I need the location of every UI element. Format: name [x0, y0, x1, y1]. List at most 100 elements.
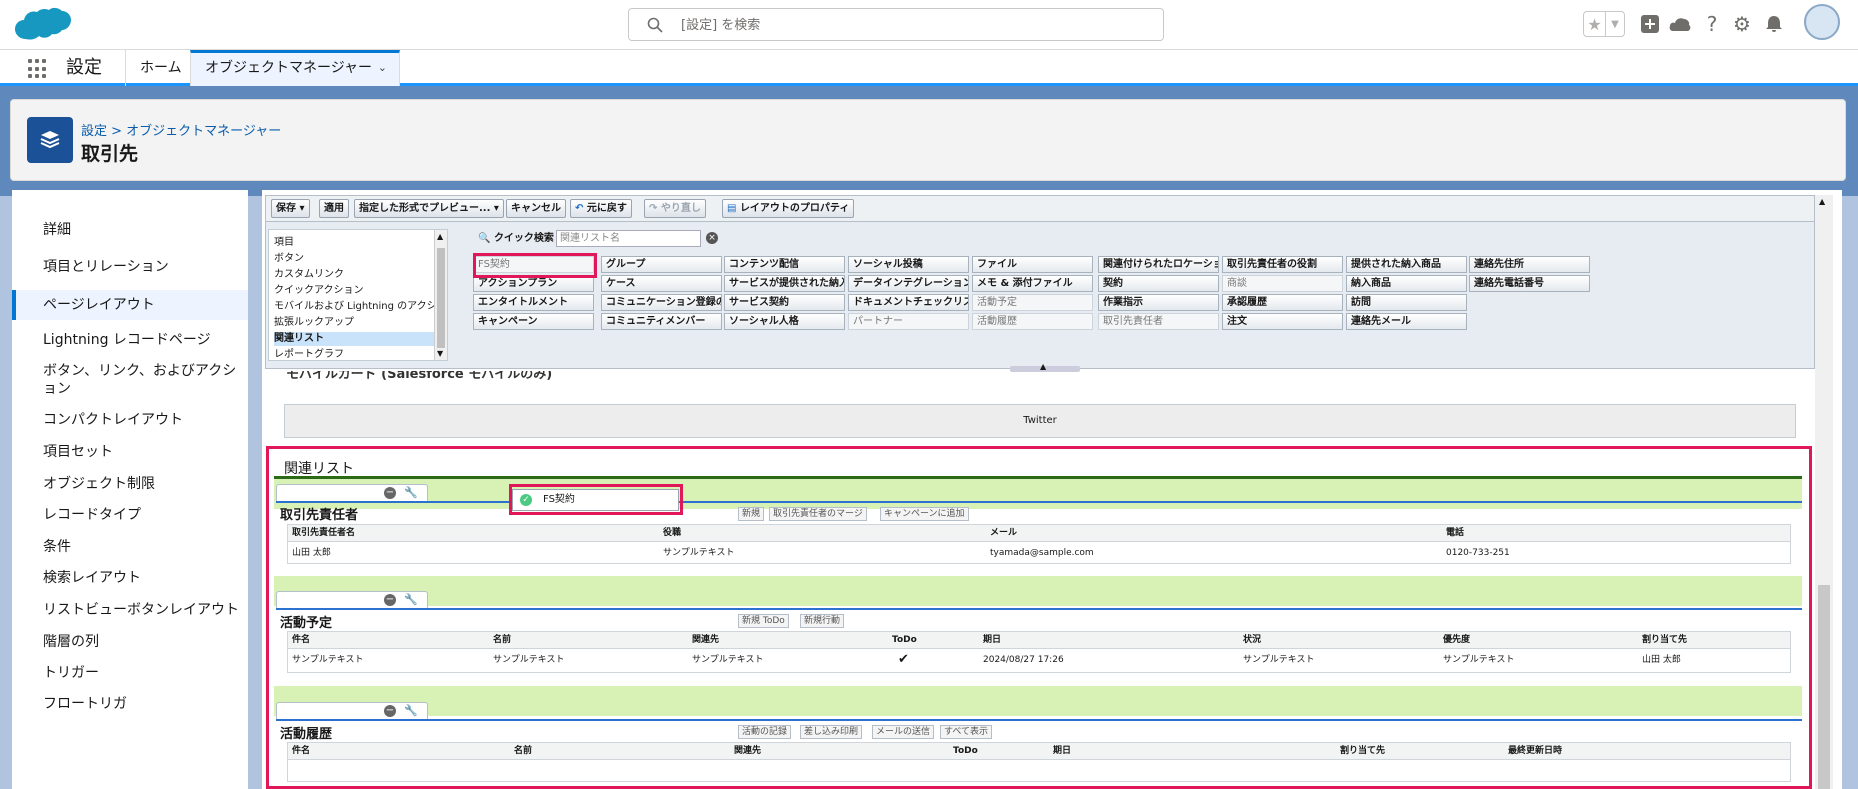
magnifier-icon: 🔍 [478, 233, 491, 244]
search-input[interactable] [681, 15, 1141, 35]
quick-find-label: 🔍 クイック検索 [478, 229, 554, 244]
scroll-thumb[interactable] [437, 248, 445, 348]
preview-button[interactable]: 指定した形式でプレビュー... ▾ [354, 199, 504, 218]
sidebar-item-buttons-links[interactable]: ボタン、リンク、およびアクション [12, 362, 242, 398]
quick-find-input[interactable] [556, 230, 701, 247]
favorites-button[interactable]: ★ ▼ [1583, 11, 1625, 37]
undo-label: 元に戻す [586, 203, 627, 214]
global-search[interactable] [628, 8, 1164, 41]
clear-icon[interactable]: × [706, 232, 718, 244]
chevron-down-icon[interactable]: ⌄ [378, 53, 387, 83]
page-title: 取引先 [81, 143, 139, 165]
layout-properties-button[interactable]: ▤ レイアウトのプロパティ [722, 199, 855, 218]
chevron-up-icon[interactable]: ▲ [1040, 362, 1046, 371]
trailhead-icon[interactable] [1668, 12, 1692, 36]
palette-item[interactable]: 契約 [1098, 275, 1219, 292]
redo-icon: ↷ [649, 203, 658, 214]
palette-item[interactable]: ファイル [972, 256, 1093, 273]
palette-item[interactable]: 連絡先住所 [1469, 256, 1590, 273]
palette-item[interactable]: グループ [601, 256, 722, 273]
category-item[interactable]: レポートグラフ [274, 348, 434, 360]
palette-item[interactable]: ソーシャル人格 [724, 313, 845, 330]
cancel-button[interactable]: キャンセル [506, 199, 566, 218]
category-item[interactable]: モバイルおよび Lightning のアクション [274, 300, 447, 314]
palette-item[interactable]: メモ & 添付ファイル [972, 275, 1093, 292]
sidebar-item-compact-layouts[interactable]: コンパクトレイアウト [12, 411, 248, 429]
mobile-card-twitter[interactable]: Twitter [284, 404, 1796, 438]
category-item-selected[interactable]: 関連リスト [274, 332, 434, 346]
sidebar-item-fields[interactable]: 項目とリレーション [12, 258, 248, 276]
sidebar-item-triggers[interactable]: トリガー [12, 664, 248, 682]
category-item[interactable]: ボタン [274, 252, 434, 266]
category-item[interactable]: クイックアクション [274, 284, 434, 298]
sidebar-item-lightning-pages[interactable]: Lightning レコードページ [12, 331, 248, 349]
properties-label: レイアウトのプロパティ [739, 203, 850, 214]
chevron-down-icon[interactable]: ▼ [1606, 12, 1624, 36]
salesforce-logo[interactable] [12, 5, 74, 45]
sidebar-item-flow-triggers[interactable]: フロートリガ [12, 695, 248, 709]
sidebar-item-record-types[interactable]: レコードタイプ [12, 506, 248, 524]
palette-item[interactable]: 承認履歴 [1222, 294, 1343, 311]
sidebar-item-search-layouts[interactable]: 検索レイアウト [12, 569, 248, 587]
sidebar-item-list-view-buttons[interactable]: リストビューボタンレイアウト [12, 601, 248, 619]
palette-item[interactable]: 注文 [1222, 313, 1343, 330]
tab-object-manager[interactable]: オブジェクトマネージャー ⌄ [190, 50, 400, 86]
scroll-thumb[interactable] [1818, 585, 1830, 789]
palette-item[interactable]: ドキュメントチェックリスト項目 [848, 294, 969, 311]
scroll-up-icon[interactable]: ▲ [1819, 197, 1825, 206]
palette-item[interactable]: 提供された納入商品 [1346, 256, 1467, 273]
category-item[interactable]: 項目 [274, 236, 434, 250]
palette-item[interactable]: サービス契約 [724, 294, 845, 311]
highlight-box [473, 253, 597, 278]
apply-button[interactable]: 適用 [319, 199, 349, 218]
category-item[interactable]: カスタムリンク [274, 268, 434, 282]
tab-home[interactable]: ホーム [125, 50, 196, 86]
palette-item[interactable]: コンテンツ配信 [724, 256, 845, 273]
palette-item[interactable]: コミュニケーション登録の同意 [601, 294, 722, 311]
palette-item[interactable]: 取引先責任者 [1098, 313, 1219, 330]
palette-item[interactable]: コミュニティメンバー [601, 313, 722, 330]
palette-item[interactable]: 訪問 [1346, 294, 1467, 311]
palette-item[interactable]: 連絡先メール [1346, 313, 1467, 330]
save-button[interactable]: 保存 ▾ [271, 199, 310, 218]
palette-item[interactable]: サービスが提供された納入商品 [724, 275, 845, 292]
breadcrumb[interactable]: 設定 > オブジェクトマネージャー [81, 120, 281, 139]
sidebar-item-page-layouts[interactable]: ページレイアウト [12, 290, 248, 320]
undo-button[interactable]: ↶ 元に戻す [570, 199, 632, 218]
redo-label: やり直し [660, 203, 701, 214]
palette-item[interactable]: 連絡先電話番号 [1469, 275, 1590, 292]
sidebar-item-hierarchy-columns[interactable]: 階層の列 [12, 633, 248, 651]
palette-item[interactable]: データインテグレーションルール [848, 275, 969, 292]
palette-item[interactable]: 商談 [1222, 275, 1343, 292]
palette-item[interactable]: 活動予定 [972, 294, 1093, 311]
category-item[interactable]: 拡張ルックアップ [274, 316, 434, 330]
palette-item[interactable]: エンタイトルメント [473, 294, 594, 311]
scroll-up-icon[interactable]: ▲ [437, 232, 443, 241]
sidebar-item-details[interactable]: 詳細 [12, 221, 248, 239]
palette-item[interactable]: キャンペーン [473, 313, 594, 330]
sidebar-item-field-sets[interactable]: 項目セット [12, 443, 248, 461]
palette-item[interactable]: ソーシャル投稿 [848, 256, 969, 273]
add-icon[interactable] [1638, 12, 1662, 36]
sidebar-item-conditions[interactable]: 条件 [12, 538, 248, 556]
palette-item[interactable]: 取引先責任者の役割 [1222, 256, 1343, 273]
scroll-down-icon[interactable]: ▼ [437, 349, 443, 358]
palette-item[interactable]: 作業指示 [1098, 294, 1219, 311]
palette-item[interactable]: パートナー [848, 313, 969, 330]
palette-item[interactable]: 関連付けられたロケーション [1098, 256, 1219, 273]
redo-button[interactable]: ↷ やり直し [644, 199, 706, 218]
palette-category-list[interactable]: 項目 ボタン カスタムリンク クイックアクション モバイルおよび Lightni… [268, 229, 448, 361]
category-scrollbar[interactable]: ▲ ▼ [434, 230, 447, 360]
star-icon[interactable]: ★ [1584, 12, 1606, 36]
layers-icon [27, 117, 73, 163]
palette-item[interactable]: 納入商品 [1346, 275, 1467, 292]
palette-item[interactable]: ケース [601, 275, 722, 292]
gear-icon[interactable]: ⚙ [1730, 12, 1754, 36]
palette-item[interactable]: 活動履歴 [972, 313, 1093, 330]
bell-icon[interactable] [1762, 12, 1786, 36]
help-icon[interactable]: ? [1700, 12, 1724, 36]
avatar[interactable] [1804, 4, 1840, 40]
highlight-box [266, 446, 1812, 789]
sidebar-item-object-limits[interactable]: オブジェクト制限 [12, 475, 248, 493]
app-launcher-icon[interactable] [28, 59, 48, 79]
